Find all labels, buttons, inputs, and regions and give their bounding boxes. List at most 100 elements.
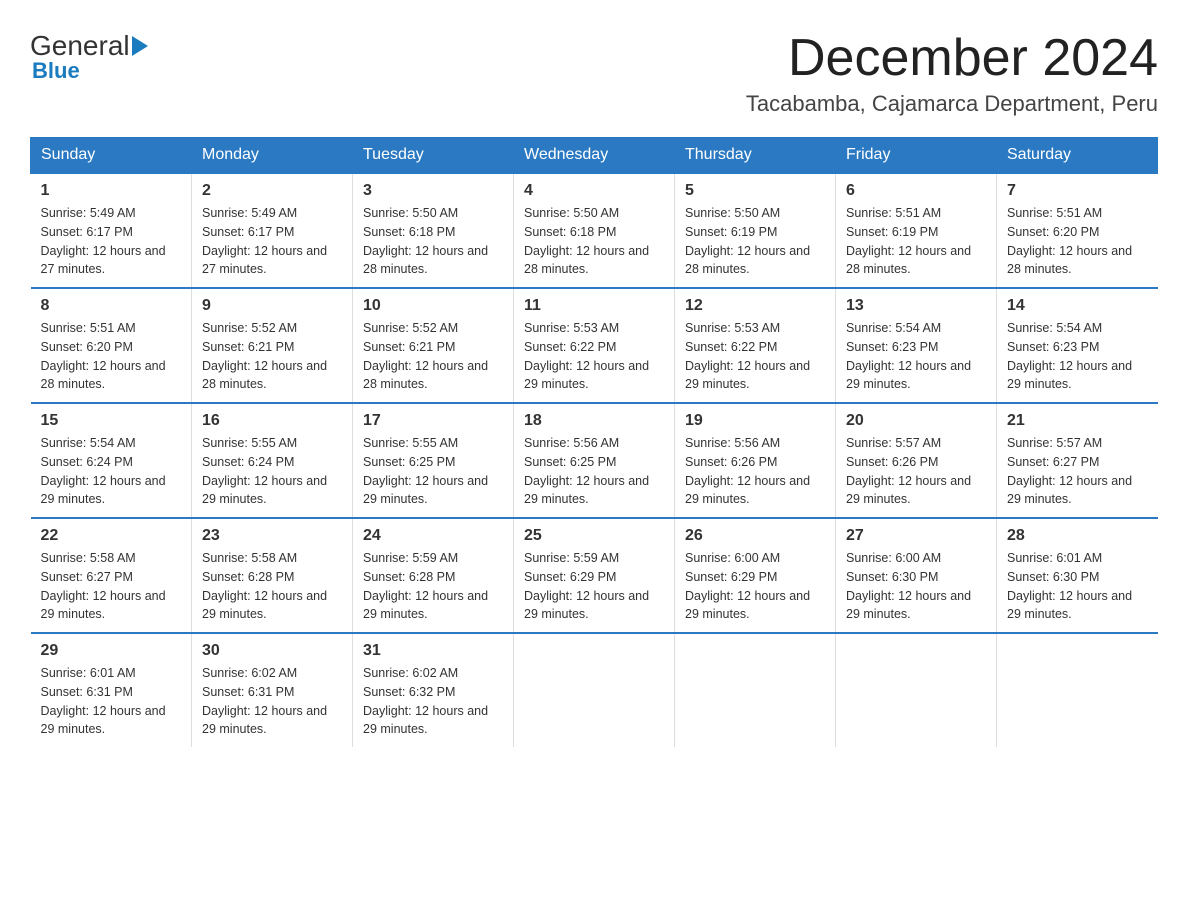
calendar-cell: 12 Sunrise: 5:53 AMSunset: 6:22 PMDayligh…	[675, 288, 836, 403]
calendar-cell: 16 Sunrise: 5:55 AMSunset: 6:24 PMDayligh…	[192, 403, 353, 518]
day-info: Sunrise: 6:01 AMSunset: 6:30 PMDaylight:…	[1007, 549, 1148, 624]
day-number: 15	[41, 412, 182, 430]
day-info: Sunrise: 5:57 AMSunset: 6:27 PMDaylight:…	[1007, 434, 1148, 509]
day-info: Sunrise: 5:59 AMSunset: 6:28 PMDaylight:…	[363, 549, 503, 624]
day-info: Sunrise: 5:49 AMSunset: 6:17 PMDaylight:…	[41, 204, 182, 279]
calendar-cell: 15 Sunrise: 5:54 AMSunset: 6:24 PMDayligh…	[31, 403, 192, 518]
calendar-cell: 3Sunrise: 5:50 AMSunset: 6:18 PMDaylight…	[353, 173, 514, 288]
day-number: 16	[202, 412, 342, 430]
calendar-cell: 25 Sunrise: 5:59 AMSunset: 6:29 PMDayligh…	[514, 518, 675, 633]
calendar-cell: 9Sunrise: 5:52 AMSunset: 6:21 PMDaylight…	[192, 288, 353, 403]
calendar-cell: 2 Sunrise: 5:49 AMSunset: 6:17 PMDaylight…	[192, 173, 353, 288]
calendar-cell: 13 Sunrise: 5:54 AMSunset: 6:23 PMDayligh…	[836, 288, 997, 403]
week-row-3: 15 Sunrise: 5:54 AMSunset: 6:24 PMDayligh…	[31, 403, 1158, 518]
day-number: 22	[41, 527, 182, 545]
calendar-subtitle: Tacabamba, Cajamarca Department, Peru	[746, 91, 1158, 117]
calendar-cell: 18Sunrise: 5:56 AMSunset: 6:25 PMDayligh…	[514, 403, 675, 518]
day-number: 27	[846, 527, 986, 545]
calendar-cell	[997, 633, 1158, 747]
day-info: Sunrise: 5:49 AMSunset: 6:17 PMDaylight:…	[202, 204, 342, 279]
calendar-header-row: SundayMondayTuesdayWednesdayThursdayFrid…	[31, 138, 1158, 174]
calendar-cell: 26 Sunrise: 6:00 AMSunset: 6:29 PMDayligh…	[675, 518, 836, 633]
header-wednesday: Wednesday	[514, 138, 675, 174]
day-info: Sunrise: 5:55 AMSunset: 6:24 PMDaylight:…	[202, 434, 342, 509]
calendar-cell: 4 Sunrise: 5:50 AMSunset: 6:18 PMDaylight…	[514, 173, 675, 288]
day-info: Sunrise: 5:51 AMSunset: 6:20 PMDaylight:…	[1007, 204, 1148, 279]
calendar-cell: 11 Sunrise: 5:53 AMSunset: 6:22 PMDayligh…	[514, 288, 675, 403]
logo-triangle-icon	[132, 36, 148, 56]
calendar-cell	[675, 633, 836, 747]
day-info: Sunrise: 5:59 AMSunset: 6:29 PMDaylight:…	[524, 549, 664, 624]
day-number: 19	[685, 412, 825, 430]
day-number: 28	[1007, 527, 1148, 545]
day-number: 5	[685, 182, 825, 200]
day-info: Sunrise: 5:51 AMSunset: 6:19 PMDaylight:…	[846, 204, 986, 279]
day-number: 8	[41, 297, 182, 315]
day-number: 26	[685, 527, 825, 545]
day-number: 11	[524, 297, 664, 315]
day-number: 20	[846, 412, 986, 430]
title-block: December 2024 Tacabamba, Cajamarca Depar…	[746, 30, 1158, 117]
day-info: Sunrise: 6:02 AMSunset: 6:32 PMDaylight:…	[363, 664, 503, 739]
calendar-title: December 2024	[746, 30, 1158, 87]
day-number: 10	[363, 297, 503, 315]
day-info: Sunrise: 5:55 AMSunset: 6:25 PMDaylight:…	[363, 434, 503, 509]
day-number: 25	[524, 527, 664, 545]
day-info: Sunrise: 5:52 AMSunset: 6:21 PMDaylight:…	[363, 319, 503, 394]
day-info: Sunrise: 6:01 AMSunset: 6:31 PMDaylight:…	[41, 664, 182, 739]
header-saturday: Saturday	[997, 138, 1158, 174]
day-info: Sunrise: 5:50 AMSunset: 6:18 PMDaylight:…	[363, 204, 503, 279]
day-number: 17	[363, 412, 503, 430]
calendar-cell: 28 Sunrise: 6:01 AMSunset: 6:30 PMDayligh…	[997, 518, 1158, 633]
calendar-cell: 1Sunrise: 5:49 AMSunset: 6:17 PMDaylight…	[31, 173, 192, 288]
calendar-cell: 24 Sunrise: 5:59 AMSunset: 6:28 PMDayligh…	[353, 518, 514, 633]
day-number: 13	[846, 297, 986, 315]
calendar-cell: 31 Sunrise: 6:02 AMSunset: 6:32 PMDayligh…	[353, 633, 514, 747]
calendar-cell: 27 Sunrise: 6:00 AMSunset: 6:30 PMDayligh…	[836, 518, 997, 633]
week-row-1: 1Sunrise: 5:49 AMSunset: 6:17 PMDaylight…	[31, 173, 1158, 288]
calendar-cell: 22 Sunrise: 5:58 AMSunset: 6:27 PMDayligh…	[31, 518, 192, 633]
day-info: Sunrise: 5:57 AMSunset: 6:26 PMDaylight:…	[846, 434, 986, 509]
calendar-cell: 21 Sunrise: 5:57 AMSunset: 6:27 PMDayligh…	[997, 403, 1158, 518]
day-info: Sunrise: 6:02 AMSunset: 6:31 PMDaylight:…	[202, 664, 342, 739]
calendar-cell	[514, 633, 675, 747]
day-number: 21	[1007, 412, 1148, 430]
week-row-2: 8Sunrise: 5:51 AMSunset: 6:20 PMDaylight…	[31, 288, 1158, 403]
day-number: 24	[363, 527, 503, 545]
day-number: 4	[524, 182, 664, 200]
week-row-5: 29Sunrise: 6:01 AMSunset: 6:31 PMDayligh…	[31, 633, 1158, 747]
day-number: 31	[363, 642, 503, 660]
day-info: Sunrise: 5:53 AMSunset: 6:22 PMDaylight:…	[524, 319, 664, 394]
calendar-cell: 5Sunrise: 5:50 AMSunset: 6:19 PMDaylight…	[675, 173, 836, 288]
calendar-cell: 29Sunrise: 6:01 AMSunset: 6:31 PMDayligh…	[31, 633, 192, 747]
calendar-cell: 7 Sunrise: 5:51 AMSunset: 6:20 PMDaylight…	[997, 173, 1158, 288]
day-info: Sunrise: 5:58 AMSunset: 6:27 PMDaylight:…	[41, 549, 182, 624]
calendar-table: SundayMondayTuesdayWednesdayThursdayFrid…	[30, 137, 1158, 747]
day-info: Sunrise: 5:56 AMSunset: 6:26 PMDaylight:…	[685, 434, 825, 509]
day-number: 18	[524, 412, 664, 430]
day-info: Sunrise: 5:50 AMSunset: 6:18 PMDaylight:…	[524, 204, 664, 279]
day-info: Sunrise: 5:54 AMSunset: 6:23 PMDaylight:…	[846, 319, 986, 394]
calendar-cell: 8Sunrise: 5:51 AMSunset: 6:20 PMDaylight…	[31, 288, 192, 403]
day-info: Sunrise: 5:53 AMSunset: 6:22 PMDaylight:…	[685, 319, 825, 394]
day-info: Sunrise: 5:54 AMSunset: 6:24 PMDaylight:…	[41, 434, 182, 509]
header-monday: Monday	[192, 138, 353, 174]
logo: General Blue	[30, 30, 148, 84]
calendar-cell: 10 Sunrise: 5:52 AMSunset: 6:21 PMDayligh…	[353, 288, 514, 403]
day-number: 12	[685, 297, 825, 315]
calendar-cell	[836, 633, 997, 747]
day-info: Sunrise: 6:00 AMSunset: 6:30 PMDaylight:…	[846, 549, 986, 624]
day-number: 14	[1007, 297, 1148, 315]
calendar-cell: 17 Sunrise: 5:55 AMSunset: 6:25 PMDayligh…	[353, 403, 514, 518]
header-friday: Friday	[836, 138, 997, 174]
week-row-4: 22 Sunrise: 5:58 AMSunset: 6:27 PMDayligh…	[31, 518, 1158, 633]
day-number: 2	[202, 182, 342, 200]
day-number: 6	[846, 182, 986, 200]
day-info: Sunrise: 5:58 AMSunset: 6:28 PMDaylight:…	[202, 549, 342, 624]
day-number: 7	[1007, 182, 1148, 200]
page-header: General Blue December 2024 Tacabamba, Ca…	[30, 30, 1158, 117]
calendar-cell: 23Sunrise: 5:58 AMSunset: 6:28 PMDayligh…	[192, 518, 353, 633]
day-info: Sunrise: 6:00 AMSunset: 6:29 PMDaylight:…	[685, 549, 825, 624]
day-info: Sunrise: 5:52 AMSunset: 6:21 PMDaylight:…	[202, 319, 342, 394]
calendar-cell: 6 Sunrise: 5:51 AMSunset: 6:19 PMDaylight…	[836, 173, 997, 288]
